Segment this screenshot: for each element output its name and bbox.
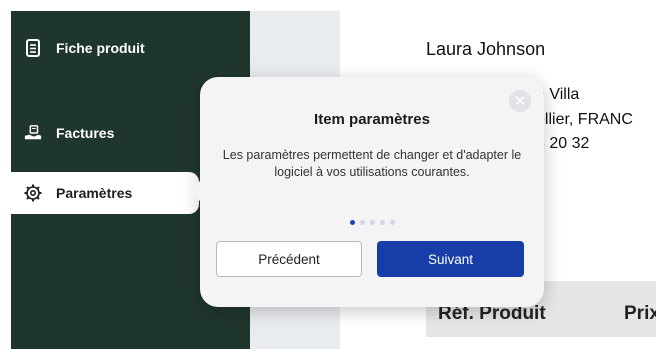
previous-button[interactable]: Précédent [216,241,362,277]
address-line: 3 20 32 [536,135,590,152]
step-dot [359,220,365,225]
sidebar-item-fiche-produit[interactable]: Fiche produit [11,37,145,59]
tooltip-description: Les paramètres permettent de changer et … [222,148,522,179]
sidebar-item-label: Factures [56,125,115,141]
column-header-prix[interactable]: Prix [624,303,656,325]
invoice-hand-icon [24,124,42,142]
step-dot [389,220,395,225]
close-icon[interactable]: ✕ [509,90,531,112]
tooltip-title: Item paramètres [314,111,430,128]
top-border [0,0,656,11]
step-dot [369,220,375,225]
gear-icon [24,184,42,202]
step-dot-active [349,220,355,225]
document-icon [24,39,42,57]
tooltip-arrow [190,180,201,202]
sidebar-item-factures[interactable]: Factures [11,122,114,144]
step-indicator [200,220,544,225]
sidebar-item-label: Paramètres [56,185,133,201]
sidebar-item-parametres[interactable]: Paramètres [11,172,199,214]
step-dot [379,220,385,225]
onboarding-tooltip: ✕ Item paramètres Les paramètres permett… [190,77,544,307]
customer-name: Laura Johnson [426,39,546,59]
address-line: ellier, FRANC [536,111,633,128]
next-button[interactable]: Suivant [377,241,524,277]
sidebar-item-label: Fiche produit [56,40,145,56]
